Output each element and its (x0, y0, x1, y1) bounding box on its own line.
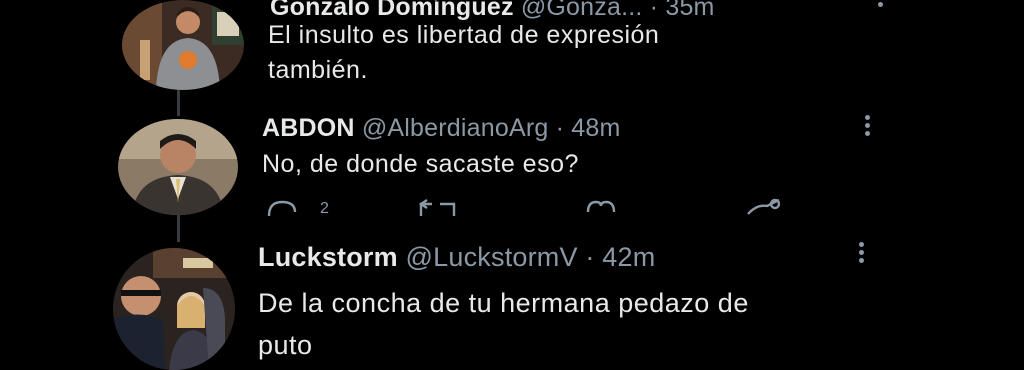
handle[interactable]: @LuckstormV (406, 242, 578, 272)
tweet-text-line: puto (258, 330, 313, 360)
tweet-header: Luckstorm @LuckstormV · 42m (258, 242, 655, 273)
like-icon[interactable] (584, 196, 618, 225)
tweet-text: El insulto es libertad de expresión tamb… (268, 18, 659, 88)
tweet-text-line: también. (268, 56, 368, 84)
handle[interactable]: @AlberdianoArg (362, 114, 549, 142)
tweet-header: ABDON @AlberdianoArg · 48m (262, 114, 621, 143)
reply-icon[interactable] (265, 196, 299, 225)
tweet[interactable]: Gonzalo Domínguez @Gonza... · 35m El ins… (0, 0, 1024, 110)
display-name[interactable]: ABDON (262, 114, 355, 142)
tweet-text-line: El insulto es libertad de expresión (268, 21, 660, 49)
display-name[interactable]: Luckstorm (258, 242, 398, 272)
timestamp[interactable]: · 48m (556, 114, 621, 142)
tweet[interactable]: Luckstorm @LuckstormV · 42m De la concha… (0, 240, 1024, 370)
retweet-icon[interactable] (418, 196, 458, 225)
reply-count: 2 (320, 200, 329, 217)
avatar[interactable] (122, 0, 244, 90)
more-icon[interactable] (877, 0, 885, 10)
tweet-text: No, de donde sacaste eso? (262, 147, 579, 182)
tweet-actions: 2 (0, 196, 1024, 220)
more-icon[interactable] (858, 242, 866, 266)
share-icon[interactable] (745, 196, 785, 225)
avatar[interactable] (113, 248, 235, 370)
tweet[interactable]: ABDON @AlberdianoArg · 48m No, de donde … (0, 110, 1024, 240)
timestamp[interactable]: · 42m (585, 242, 655, 272)
timestamp[interactable]: · 35m (650, 0, 715, 21)
tweet-text-line: No, de donde sacaste eso? (262, 150, 579, 178)
more-icon[interactable] (864, 115, 872, 139)
tweet-text: De la concha de tu hermana pedazo de put… (258, 282, 749, 366)
tweet-text-line: De la concha de tu hermana pedazo de (258, 288, 749, 318)
